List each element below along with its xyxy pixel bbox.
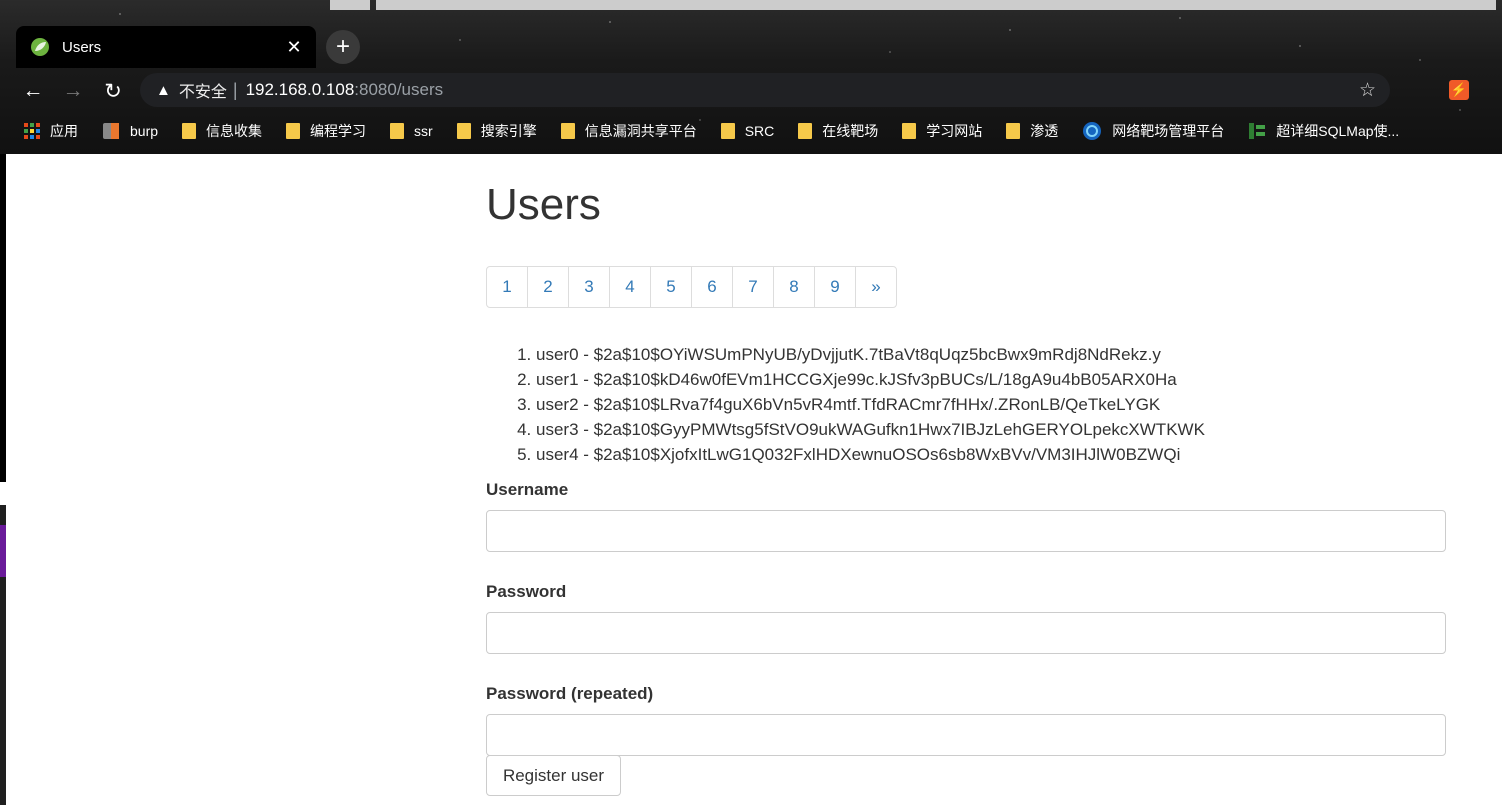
page-link-8[interactable]: 8 bbox=[773, 267, 814, 307]
background-window-edge bbox=[0, 525, 6, 577]
folder-icon bbox=[1006, 123, 1021, 139]
password-field-box bbox=[486, 612, 1446, 654]
folder-icon bbox=[456, 123, 471, 139]
browser-tab-active[interactable]: Users ✕ bbox=[16, 26, 316, 68]
user-list: user0 - $2a$10$OYiWSUmPNyUB/yDvjjutK.7tB… bbox=[486, 342, 1205, 467]
new-tab-button[interactable]: + bbox=[326, 30, 360, 64]
bookmark-label: 搜索引擎 bbox=[480, 123, 537, 139]
browser-chrome: Users ✕ + ← → ↻ ▲ 不安全 | 192.168.0.108 :8… bbox=[0, 0, 1502, 154]
background-window-strip bbox=[330, 0, 370, 10]
list-item: user3 - $2a$10$GyyPMWtsg5fStVO9ukWAGufkn… bbox=[536, 417, 1205, 442]
bookmark-folder[interactable]: 搜索引擎 bbox=[456, 121, 537, 141]
page-link-5[interactable]: 5 bbox=[650, 267, 691, 307]
username-input[interactable] bbox=[487, 511, 1445, 551]
burp-icon bbox=[102, 122, 120, 140]
list-item: user0 - $2a$10$OYiWSUmPNyUB/yDvjjutK.7tB… bbox=[536, 342, 1205, 367]
password-repeated-input[interactable] bbox=[487, 715, 1445, 755]
page-link-3[interactable]: 3 bbox=[568, 267, 609, 307]
page-link-6[interactable]: 6 bbox=[691, 267, 732, 307]
username-label: Username bbox=[486, 480, 569, 499]
bookmark-label: 编程学习 bbox=[310, 123, 367, 139]
bookmark-folder[interactable]: 信息漏洞共享平台 bbox=[560, 121, 697, 141]
list-item: user4 - $2a$10$XjofxItLwG1Q032FxlHDXewnu… bbox=[536, 442, 1205, 467]
bookmark-folder[interactable]: 在线靶场 bbox=[798, 121, 878, 141]
background-window-strip bbox=[376, 0, 1496, 10]
folder-icon bbox=[390, 123, 405, 139]
spring-leaf-icon bbox=[30, 37, 50, 57]
bookmark-folder[interactable]: SRC bbox=[720, 123, 775, 139]
folder-icon bbox=[798, 123, 813, 139]
bookmark-label: burp bbox=[130, 123, 159, 139]
bookmark-item[interactable]: 应用 bbox=[24, 121, 78, 141]
bookmark-label: 学习网站 bbox=[926, 123, 983, 139]
password-label: Password bbox=[486, 582, 567, 601]
folder-icon bbox=[182, 123, 197, 139]
page-link-7[interactable]: 7 bbox=[732, 267, 773, 307]
extension-icon[interactable]: ⚡ bbox=[1449, 80, 1469, 100]
bookmark-folder[interactable]: 学习网站 bbox=[902, 121, 982, 141]
password-repeated-field-box bbox=[486, 714, 1446, 756]
close-tab-icon[interactable]: ✕ bbox=[282, 37, 306, 58]
url-host[interactable]: 192.168.0.108 bbox=[246, 80, 355, 100]
forward-button[interactable]: → bbox=[58, 76, 88, 106]
bookmark-label: 在线靶场 bbox=[822, 123, 879, 139]
username-field-box bbox=[486, 510, 1446, 552]
list-item: user2 - $2a$10$LRva7f4guX6bVn5vR4mtf.Tfd… bbox=[536, 392, 1205, 417]
reload-button[interactable]: ↻ bbox=[98, 76, 128, 106]
bookmark-label: 信息收集 bbox=[206, 123, 263, 139]
page-link-4[interactable]: 4 bbox=[609, 267, 650, 307]
bookmark-folder[interactable]: ssr bbox=[390, 123, 433, 139]
address-bar[interactable]: ▲ 不安全 | 192.168.0.108 :8080/users ☆ bbox=[140, 73, 1390, 107]
register-user-button[interactable]: Register user bbox=[486, 755, 621, 796]
folder-icon bbox=[286, 123, 301, 139]
page-link-next[interactable]: » bbox=[855, 267, 896, 307]
warning-icon[interactable]: ▲ bbox=[156, 82, 171, 99]
bookmark-folder[interactable]: 信息收集 bbox=[182, 121, 262, 141]
page-link-2[interactable]: 2 bbox=[527, 267, 568, 307]
bookmark-item[interactable]: burp bbox=[102, 122, 158, 140]
bookmark-item[interactable]: 超详细SQLMap使... bbox=[1248, 121, 1399, 141]
list-item: user1 - $2a$10$kD46w0fEVm1HCCGXje99c.kJS… bbox=[536, 367, 1205, 392]
folder-icon bbox=[560, 123, 575, 139]
page-title: Users bbox=[486, 180, 601, 229]
background-window-edge bbox=[0, 154, 6, 482]
folder-icon bbox=[902, 123, 917, 139]
bookmark-label: 应用 bbox=[50, 123, 78, 139]
bookmark-star-icon[interactable]: ☆ bbox=[1359, 79, 1376, 102]
tab-title: Users bbox=[62, 38, 102, 56]
register-form: Username Password Password (repeated) bbox=[486, 480, 1446, 756]
back-button[interactable]: ← bbox=[18, 76, 48, 106]
page-link-9[interactable]: 9 bbox=[814, 267, 855, 307]
globe-icon bbox=[1082, 121, 1102, 141]
bookmark-folder[interactable]: 渗透 bbox=[1006, 121, 1058, 141]
bookmark-label: 信息漏洞共享平台 bbox=[584, 123, 697, 139]
bookmark-item[interactable]: 网络靶场管理平台 bbox=[1082, 121, 1224, 141]
pagination: 1 2 3 4 5 6 7 8 9 » bbox=[486, 266, 897, 308]
bookmark-label: 超详细SQLMap使... bbox=[1276, 123, 1400, 139]
page-link-1[interactable]: 1 bbox=[487, 267, 527, 307]
url-port-path[interactable]: :8080/users bbox=[354, 80, 443, 100]
bookmark-folder[interactable]: 编程学习 bbox=[286, 121, 366, 141]
bookmark-label: 网络靶场管理平台 bbox=[1112, 123, 1225, 139]
security-status[interactable]: 不安全 bbox=[179, 78, 227, 102]
bookmark-label: SRC bbox=[744, 123, 775, 139]
address-separator: | bbox=[232, 79, 238, 100]
folder-icon bbox=[720, 123, 735, 139]
password-repeated-label: Password (repeated) bbox=[486, 684, 654, 703]
doc-icon bbox=[1248, 122, 1266, 140]
apps-grid-icon bbox=[24, 123, 40, 139]
password-input[interactable] bbox=[487, 613, 1445, 653]
bookmarks-bar: 应用 burp 信息收集 编程学习 ssr 搜索引擎 信息漏洞共享平台 SRC … bbox=[0, 115, 1502, 147]
bookmark-label: ssr bbox=[414, 123, 433, 139]
bookmark-label: 渗透 bbox=[1030, 123, 1059, 139]
